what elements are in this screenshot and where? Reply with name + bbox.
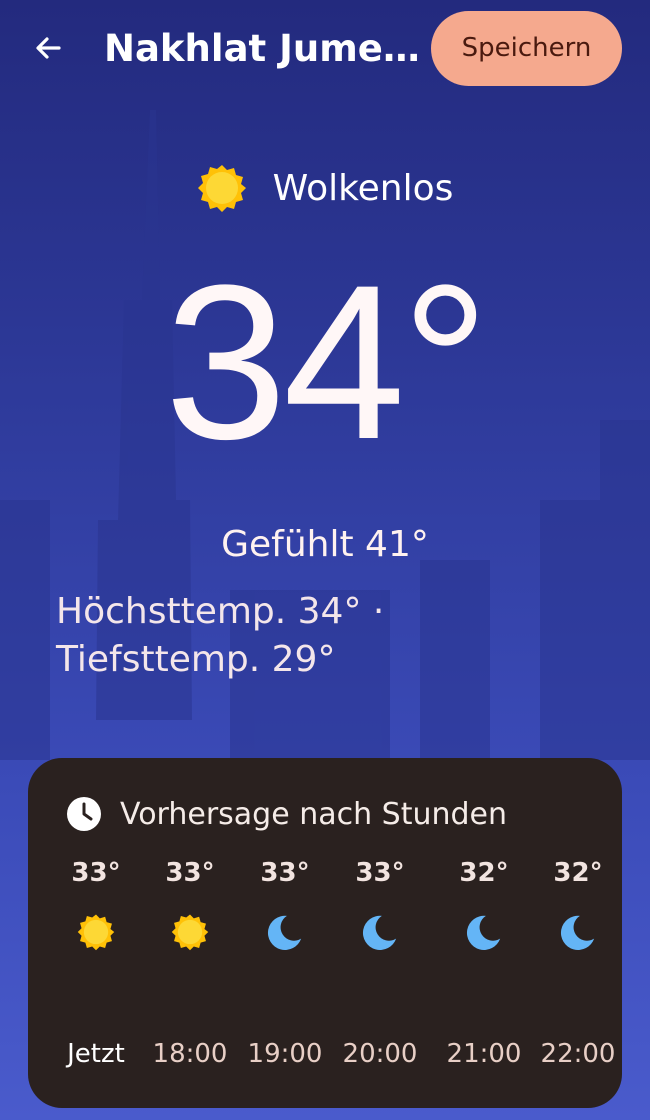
high-low-temperature: Höchsttemp. 34° · Tiefsttemp. 29° (56, 588, 576, 684)
low-temperature: Tiefsttemp. 29° (56, 639, 336, 680)
top-app-bar: Nakhlat Jumeir... Speichern (0, 0, 650, 100)
hour-temperature: 33° (260, 858, 310, 888)
arrow-back-icon (36, 37, 61, 59)
current-temperature: 34° (164, 239, 490, 485)
hour-temperature: 32° (553, 858, 603, 888)
hourly-forecast-title: Vorhersage nach Stunden (120, 796, 507, 832)
clock-icon (67, 797, 101, 831)
current-condition: Wolkenlos (0, 160, 650, 216)
hour-item: 33° 18:00 (142, 853, 238, 1083)
hour-time: 22:00 (540, 1039, 616, 1069)
moon-icon (466, 915, 501, 950)
back-button[interactable] (24, 24, 72, 72)
sun-icon (197, 165, 246, 212)
moon-icon (362, 915, 397, 950)
moon-icon (560, 915, 595, 950)
hourly-forecast-card[interactable]: Vorhersage nach Stunden 33° Jetzt 33° 18… (28, 758, 622, 1108)
hour-temperature: 33° (355, 858, 405, 888)
hour-item: 33° 20:00 (332, 853, 428, 1083)
moon-icon (267, 915, 302, 950)
sun-icon (77, 914, 115, 951)
hour-time: 21:00 (446, 1039, 522, 1069)
hour-temperature: 33° (165, 858, 215, 888)
hour-item: 32° 22:00 (530, 853, 626, 1083)
hour-time: 20:00 (342, 1039, 418, 1069)
hour-temperature: 33° (71, 858, 121, 888)
hour-time: 18:00 (152, 1039, 228, 1069)
hour-time: 19:00 (247, 1039, 323, 1069)
high-temperature: Höchsttemp. 34° · (56, 591, 385, 632)
save-button[interactable]: Speichern (431, 11, 622, 86)
hour-item: 33° 19:00 (237, 853, 333, 1083)
hour-item: 33° Jetzt (48, 853, 144, 1083)
condition-label: Wolkenlos (272, 167, 454, 209)
hour-item: 32° 21:00 (436, 853, 532, 1083)
feels-like-temperature: Gefühlt 41° (221, 524, 429, 565)
hour-temperature: 32° (459, 858, 509, 888)
location-title: Nakhlat Jumeir... (104, 27, 424, 70)
hour-time: Jetzt (67, 1039, 125, 1069)
hourly-forecast-header: Vorhersage nach Stunden (66, 793, 507, 835)
sun-icon (171, 914, 209, 951)
